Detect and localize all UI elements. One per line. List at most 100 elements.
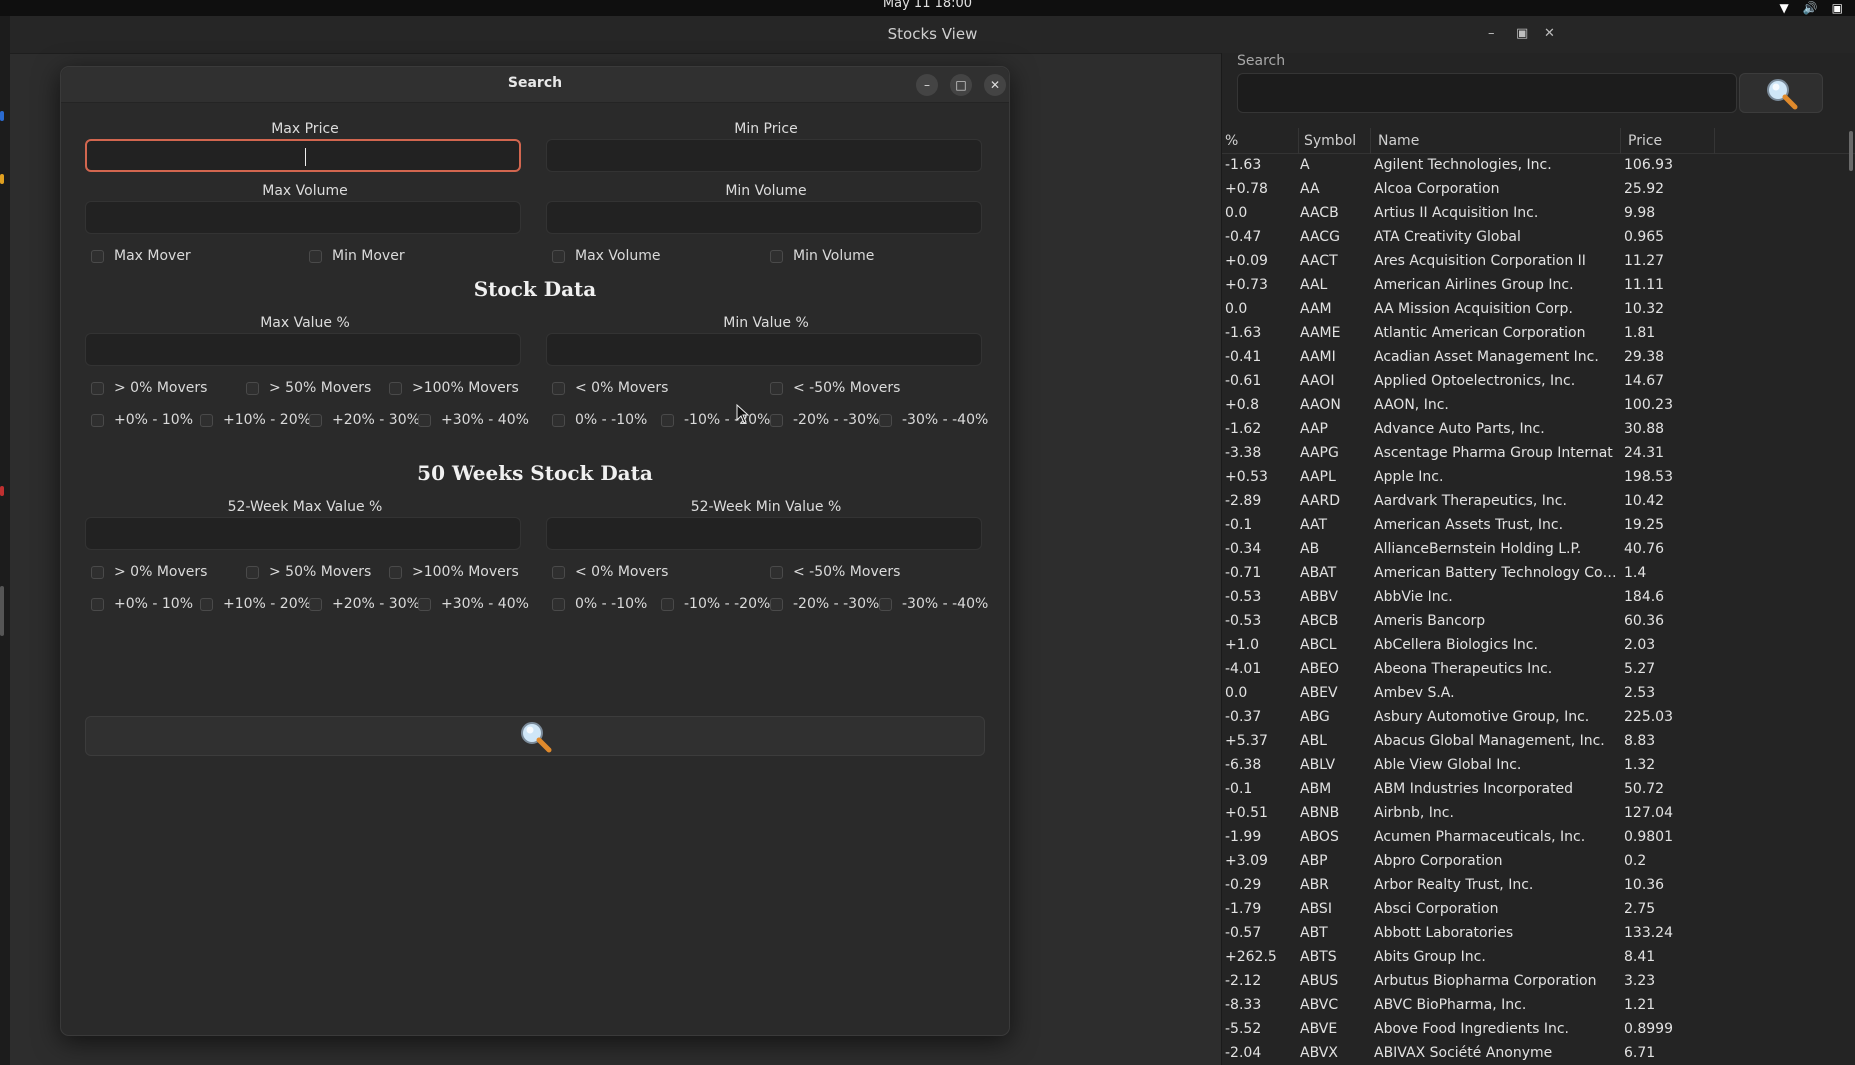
checkbox-box[interactable] — [200, 597, 213, 611]
column-header-name[interactable]: Name — [1378, 133, 1419, 149]
sd-range-neg10-20-checkbox[interactable]: -10% - -20% — [661, 412, 770, 428]
checkbox-box[interactable] — [91, 413, 104, 427]
checkbox-box[interactable] — [770, 413, 783, 427]
column-separator[interactable] — [1714, 128, 1715, 154]
column-header-price[interactable]: Price — [1628, 133, 1662, 149]
wk-range-0-10-checkbox[interactable]: +0% - 10% — [91, 596, 193, 612]
checkbox-box[interactable] — [552, 565, 565, 579]
sd-range-neg30-40-checkbox[interactable]: -30% - -40% — [879, 412, 988, 428]
wifi-icon[interactable]: ▼ — [1779, 1, 1788, 15]
checkbox-box[interactable] — [552, 381, 565, 395]
table-row[interactable]: -6.38 ABLV Able View Global Inc. 1.32 — [1222, 754, 1855, 778]
dialog-close-button[interactable]: ✕ — [984, 74, 1006, 96]
max-value-input[interactable] — [85, 333, 521, 366]
table-row[interactable]: -0.1 AAT American Assets Trust, Inc. 19.25 — [1222, 514, 1855, 538]
table-row[interactable]: -0.1 ABM ABM Industries Incorporated 50.72 — [1222, 778, 1855, 802]
panel-search-button[interactable] — [1739, 73, 1823, 113]
checkbox-box[interactable] — [552, 249, 565, 263]
table-row[interactable]: -0.34 AB AllianceBernstein Holding L.P. 40.… — [1222, 538, 1855, 562]
table-row[interactable]: 0.0 AACB Artius II Acquisition Inc. 9.98 — [1222, 202, 1855, 226]
table-row[interactable]: +1.0 ABCL AbCellera Biologics Inc. 2.03 — [1222, 634, 1855, 658]
checkbox-box[interactable] — [770, 249, 783, 263]
min-price-input[interactable] — [546, 139, 982, 172]
table-row[interactable]: +0.78 AA Alcoa Corporation 25.92 — [1222, 178, 1855, 202]
table-row[interactable]: -0.57 ABT Abbott Laboratories 133.24 — [1222, 922, 1855, 946]
sd-ltneg50-movers-checkbox[interactable]: < -50% Movers — [770, 380, 900, 396]
restore-icon[interactable]: ▣ — [1516, 26, 1528, 41]
table-row[interactable]: -1.79 ABSI Absci Corporation 2.75 — [1222, 898, 1855, 922]
table-row[interactable]: +0.51 ABNB Airbnb, Inc. 127.04 — [1222, 802, 1855, 826]
table-row[interactable]: -2.12 ABUS Arbutus Biopharma Corporation 3.… — [1222, 970, 1855, 994]
column-separator[interactable] — [1370, 128, 1371, 154]
table-row[interactable]: -0.71 ABAT American Battery Technology Com… — [1222, 562, 1855, 586]
wk-ltneg50-movers-checkbox[interactable]: < -50% Movers — [770, 564, 900, 580]
table-row[interactable]: -1.62 AAP Advance Auto Parts, Inc. 30.88 — [1222, 418, 1855, 442]
table-row[interactable]: -0.37 ABG Asbury Automotive Group, Inc. 225… — [1222, 706, 1855, 730]
checkbox-box[interactable] — [418, 413, 431, 427]
table-row[interactable]: -2.89 AARD Aardvark Therapeutics, Inc. 10.4… — [1222, 490, 1855, 514]
wk-range-10-20-checkbox[interactable]: +10% - 20% — [200, 596, 311, 612]
column-header-percent[interactable]: % — [1225, 133, 1238, 149]
checkbox-box[interactable] — [246, 381, 259, 395]
checkbox-box[interactable] — [309, 413, 322, 427]
table-row[interactable]: -0.61 AAOI Applied Optoelectronics, Inc. 14… — [1222, 370, 1855, 394]
system-clock[interactable]: May 11 18:00 — [0, 0, 1855, 11]
sd-gt100-movers-checkbox[interactable]: >100% Movers — [389, 380, 519, 396]
checkbox-box[interactable] — [389, 381, 402, 395]
checkbox-box[interactable] — [389, 565, 402, 579]
sd-range-neg0-10-checkbox[interactable]: 0% - -10% — [552, 412, 647, 428]
wk-range-neg20-30-checkbox[interactable]: -20% - -30% — [770, 596, 879, 612]
wk-gt0-movers-checkbox[interactable]: > 0% Movers — [91, 564, 207, 580]
checkbox-box[interactable] — [91, 597, 104, 611]
table-row[interactable]: -4.01 ABEO Abeona Therapeutics Inc. 5.27 — [1222, 658, 1855, 682]
wk-lt0-movers-checkbox[interactable]: < 0% Movers — [552, 564, 668, 580]
table-row[interactable]: -3.38 AAPG Ascentage Pharma Group Internat… — [1222, 442, 1855, 466]
table-scrollbar[interactable] — [1849, 131, 1853, 171]
checkbox-box[interactable] — [91, 565, 104, 579]
wk-range-neg30-40-checkbox[interactable]: -30% - -40% — [879, 596, 988, 612]
checkbox-box[interactable] — [661, 413, 674, 427]
table-row[interactable]: -0.53 ABBV AbbVie Inc. 184.6 — [1222, 586, 1855, 610]
search-button[interactable] — [85, 716, 985, 756]
system-tray[interactable]: ▼ 🔊 ▣ — [1779, 0, 1843, 16]
table-row[interactable]: +3.09 ABP Abpro Corporation 0.2 — [1222, 850, 1855, 874]
wk-range-neg0-10-checkbox[interactable]: 0% - -10% — [552, 596, 647, 612]
table-row[interactable]: -0.29 ABR Arbor Realty Trust, Inc. 10.36 — [1222, 874, 1855, 898]
checkbox-box[interactable] — [418, 597, 431, 611]
table-row[interactable]: -1.99 ABOS Acumen Pharmaceuticals, Inc. 0.9… — [1222, 826, 1855, 850]
checkbox-box[interactable] — [200, 413, 213, 427]
wk-range-neg10-20-checkbox[interactable]: -10% - -20% — [661, 596, 770, 612]
table-row[interactable]: -1.63 A Agilent Technologies, Inc. 106.93 — [1222, 154, 1855, 178]
table-row[interactable]: 0.0 AAM AA Mission Acquisition Corp. 10.32 — [1222, 298, 1855, 322]
table-row[interactable]: -5.52 ABVE Above Food Ingredients Inc. 0.89… — [1222, 1018, 1855, 1042]
min-mover-checkbox[interactable]: Min Mover — [309, 248, 405, 264]
table-row[interactable]: +0.53 AAPL Apple Inc. 198.53 — [1222, 466, 1855, 490]
checkbox-box[interactable] — [770, 597, 783, 611]
max-mover-checkbox[interactable]: Max Mover — [91, 248, 191, 264]
checkbox-box[interactable] — [879, 597, 892, 611]
table-row[interactable]: 0.0 ABEV Ambev S.A. 2.53 — [1222, 682, 1855, 706]
checkbox-box[interactable] — [91, 249, 104, 263]
min-volume-input[interactable] — [546, 201, 982, 234]
volume-icon[interactable]: 🔊 — [1803, 1, 1818, 15]
min-value-input[interactable] — [546, 333, 982, 366]
checkbox-box[interactable] — [879, 413, 892, 427]
dialog-maximize-button[interactable]: □ — [950, 74, 972, 96]
table-row[interactable]: -8.33 ABVC ABVC BioPharma, Inc. 1.21 — [1222, 994, 1855, 1018]
column-separator[interactable] — [1298, 128, 1299, 154]
checkbox-box[interactable] — [770, 565, 783, 579]
checkbox-box[interactable] — [309, 249, 322, 263]
checkbox-box[interactable] — [552, 597, 565, 611]
checkbox-box[interactable] — [309, 597, 322, 611]
checkbox-box[interactable] — [552, 413, 565, 427]
checkbox-box[interactable] — [91, 381, 104, 395]
sd-lt0-movers-checkbox[interactable]: < 0% Movers — [552, 380, 668, 396]
sd-range-30-40-checkbox[interactable]: +30% - 40% — [418, 412, 529, 428]
sd-gt50-movers-checkbox[interactable]: > 50% Movers — [246, 380, 371, 396]
table-row[interactable]: +0.73 AAL American Airlines Group Inc. 11.1… — [1222, 274, 1855, 298]
sd-range-0-10-checkbox[interactable]: +0% - 10% — [91, 412, 193, 428]
checkbox-box[interactable] — [770, 381, 783, 395]
table-row[interactable]: -0.47 AACG ATA Creativity Global 0.965 — [1222, 226, 1855, 250]
table-row[interactable]: +5.37 ABL Abacus Global Management, Inc. 8.… — [1222, 730, 1855, 754]
table-row[interactable]: -0.53 ABCB Ameris Bancorp 60.36 — [1222, 610, 1855, 634]
